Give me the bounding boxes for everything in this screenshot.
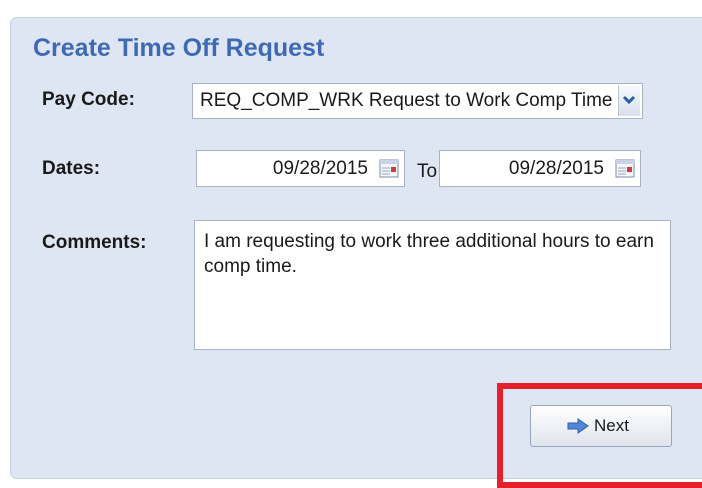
arrow-right-icon	[567, 418, 589, 434]
dates-label: Dates:	[42, 158, 101, 179]
start-date-value: 09/28/2015	[272, 158, 368, 179]
chevron-down-icon[interactable]	[618, 86, 640, 116]
page-title: Create Time Off Request	[33, 34, 325, 62]
next-button-label: Next	[594, 416, 629, 435]
time-off-request-panel: Create Time Off Request Pay Code: REQ_CO…	[10, 17, 702, 488]
calendar-icon[interactable]	[379, 159, 399, 178]
pay-code-selected-value: REQ_COMP_WRK Request to Work Comp Time	[200, 90, 613, 111]
comments-label: Comments:	[42, 232, 147, 253]
calendar-icon[interactable]	[615, 159, 635, 178]
comments-textarea[interactable]: I am requesting to work three additional…	[194, 220, 671, 350]
end-date-field[interactable]: 09/28/2015	[439, 150, 641, 187]
date-separator: To	[417, 161, 438, 182]
start-date-field[interactable]: 09/28/2015	[196, 150, 405, 187]
end-date-value: 09/28/2015	[508, 158, 604, 179]
pay-code-select[interactable]: REQ_COMP_WRK Request to Work Comp Time	[192, 83, 643, 119]
next-button[interactable]: Next	[530, 405, 672, 447]
pay-code-label: Pay Code:	[42, 89, 135, 110]
